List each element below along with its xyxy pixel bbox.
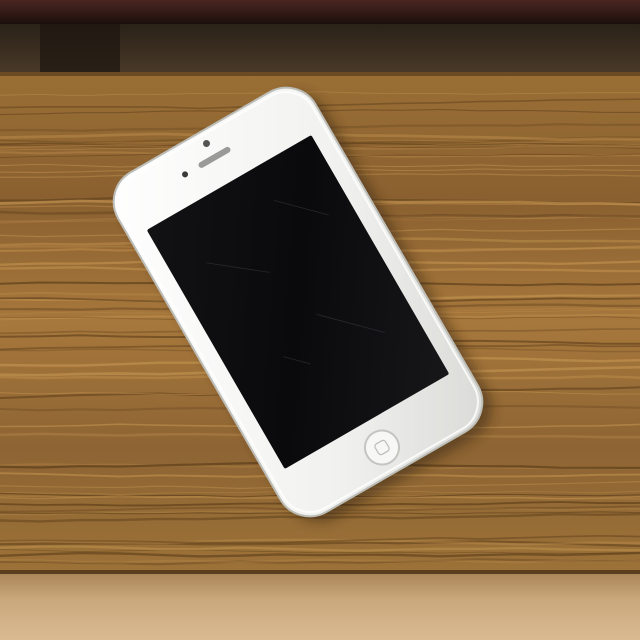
gap-shadow xyxy=(40,24,120,74)
plank-bottom-edge xyxy=(0,570,640,574)
floor-area xyxy=(0,572,640,640)
photo-scene xyxy=(0,0,640,640)
plank-top-edge xyxy=(0,72,640,76)
top-rail xyxy=(0,0,640,24)
photo-canvas xyxy=(0,0,640,640)
